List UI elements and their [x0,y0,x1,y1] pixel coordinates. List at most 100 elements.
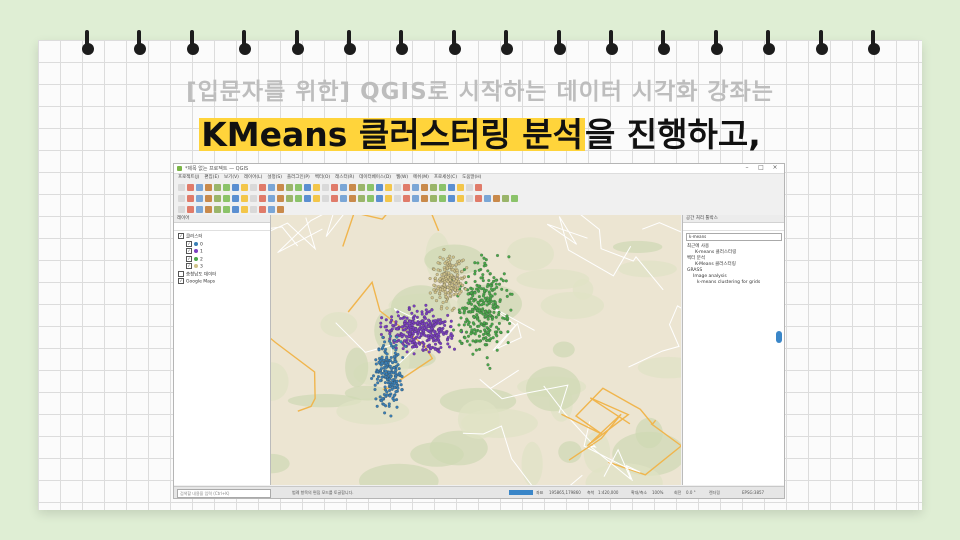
close-icon[interactable]: × [770,164,780,171]
toolbar-tool-icon[interactable] [196,206,203,213]
toolbar-tool-icon[interactable] [304,195,311,202]
toolbar-tool-icon[interactable] [403,195,410,202]
toolbar-tool-icon[interactable] [250,206,257,213]
toolbar-tool-icon[interactable] [232,184,239,191]
menu-item[interactable]: 데이터베이스(D) [359,174,391,182]
menu-item[interactable]: 보기(V) [224,174,239,182]
toolbar-tool-icon[interactable] [358,184,365,191]
layer-visibility-checkbox[interactable]: ✓ [178,278,184,284]
toolbar-tool-icon[interactable] [466,184,473,191]
layer-item[interactable]: ✓ 2 [178,255,266,264]
toolbar-tool-icon[interactable] [367,184,374,191]
layer-visibility-checkbox[interactable]: ✓ [186,240,192,247]
toolbar-tool-icon[interactable] [331,195,338,202]
map-canvas[interactable] [271,215,681,485]
toolbar-tool-icon[interactable] [394,195,401,202]
scale-value[interactable]: 1:420,000 [598,490,618,495]
toolbar-tool-icon[interactable] [484,195,491,202]
toolbar-tool-icon[interactable] [214,195,221,202]
menu-item[interactable]: 프로세싱(C) [434,174,457,182]
toolbar-tool-icon[interactable] [241,184,248,191]
toolbar-tool-icon[interactable] [223,206,230,213]
toolbar-tool-icon[interactable] [511,195,518,202]
toolbar-tool-icon[interactable] [385,195,392,202]
toolbar-tool-icon[interactable] [376,184,383,191]
coordinate-value[interactable]: 195865,179860 [549,490,581,495]
minimize-icon[interactable]: – [742,164,752,171]
toolbar-tool-icon[interactable] [430,184,437,191]
toolbar-tool-icon[interactable] [250,184,257,191]
toolbar-tool-icon[interactable] [187,195,194,202]
menu-item[interactable]: 웹(W) [396,174,408,182]
toolbar-tool-icon[interactable] [205,195,212,202]
toolbar-tool-icon[interactable] [367,195,374,202]
toolbar-tool-icon[interactable] [358,195,365,202]
toolbar-tool-icon[interactable] [214,184,221,191]
menu-item[interactable]: 설정(S) [267,174,282,182]
toolbar-tool-icon[interactable] [277,184,284,191]
toolbar-tool-icon[interactable] [268,184,275,191]
toolbar-tool-icon[interactable] [376,195,383,202]
maximize-icon[interactable]: □ [756,164,766,171]
toolbar-tool-icon[interactable] [205,184,212,191]
rotation-value[interactable]: 0.0 ° [686,490,696,495]
menu-item[interactable]: 프로젝트(J) [178,174,199,182]
toolbar-tool-icon[interactable] [439,184,446,191]
toolbar-tool-icon[interactable] [268,206,275,213]
toolbar-tool-icon[interactable] [439,195,446,202]
toolbar-tool-icon[interactable] [349,184,356,191]
toolbar-tool-icon[interactable] [223,184,230,191]
toolbar-tool-icon[interactable] [214,206,221,213]
layer-item[interactable]: 충청남도 데이터 [178,270,266,279]
layer-item[interactable]: ✓ Google Maps [178,278,266,286]
layer-visibility-checkbox[interactable]: ✓ [186,248,192,254]
toolbar-tool-icon[interactable] [232,206,239,213]
menu-item[interactable]: 메쉬(M) [413,174,429,182]
layer-visibility-checkbox[interactable]: ✓ [186,263,192,269]
toolbox-tree-item[interactable]: k-means clustering for grids [687,280,781,286]
toolbar-tool-icon[interactable] [286,195,293,202]
render-checkbox-label[interactable]: 렌더링 [709,490,720,496]
layer-visibility-checkbox[interactable]: ✓ [178,233,184,239]
toolbar-tool-icon[interactable] [259,184,266,191]
toolbar-tool-icon[interactable] [178,184,185,191]
toolbar-tool-icon[interactable] [403,184,410,191]
toolbar-tool-icon[interactable] [385,184,392,191]
toolbar-tool-icon[interactable] [448,195,455,202]
toolbar-tool-icon[interactable] [277,206,284,213]
map-svg[interactable] [271,215,681,485]
toolbar-tool-icon[interactable] [304,184,311,191]
toolbar-tool-icon[interactable] [457,195,464,202]
toolbar-tool-icon[interactable] [178,206,185,213]
toolbar-tool-icon[interactable] [187,184,194,191]
panel-resize-handle[interactable] [776,331,782,343]
toolbar-tool-icon[interactable] [196,184,203,191]
toolbar-tool-icon[interactable] [187,206,194,213]
toolbar-tool-icon[interactable] [475,184,482,191]
layer-visibility-checkbox[interactable] [178,270,184,277]
toolbar-tool-icon[interactable] [295,195,302,202]
toolbar-tool-icon[interactable] [313,184,320,191]
menu-item[interactable]: 래스터(R) [335,174,354,182]
menu-item[interactable]: 벡터(O) [315,174,330,182]
toolbar-tool-icon[interactable] [241,206,248,213]
toolbar-tool-icon[interactable] [421,195,428,202]
toolbar-tool-icon[interactable] [421,184,428,191]
toolbar-tool-icon[interactable] [475,195,482,202]
toolbar-tool-icon[interactable] [277,195,284,202]
toolbox-search-input[interactable]: k-means [686,233,782,241]
layer-item[interactable]: ✓ 1 [178,248,266,256]
toolbar-tool-icon[interactable] [331,184,338,191]
toolbar-tool-icon[interactable] [223,195,230,202]
menu-item[interactable]: 편집(E) [204,174,219,182]
menu-item[interactable]: 플러그인(P) [287,174,310,182]
toolbar-tool-icon[interactable] [322,184,329,191]
toolbar-tool-icon[interactable] [448,184,455,191]
toolbar-tool-icon[interactable] [349,195,356,202]
toolbar-tool-icon[interactable] [259,206,266,213]
layer-visibility-checkbox[interactable]: ✓ [186,255,192,262]
toolbar-tool-icon[interactable] [466,195,473,202]
toolbar-tool-icon[interactable] [412,195,419,202]
menu-item[interactable]: 도움말(H) [462,174,481,182]
crs-button[interactable]: EPSG:3857 [742,490,764,495]
